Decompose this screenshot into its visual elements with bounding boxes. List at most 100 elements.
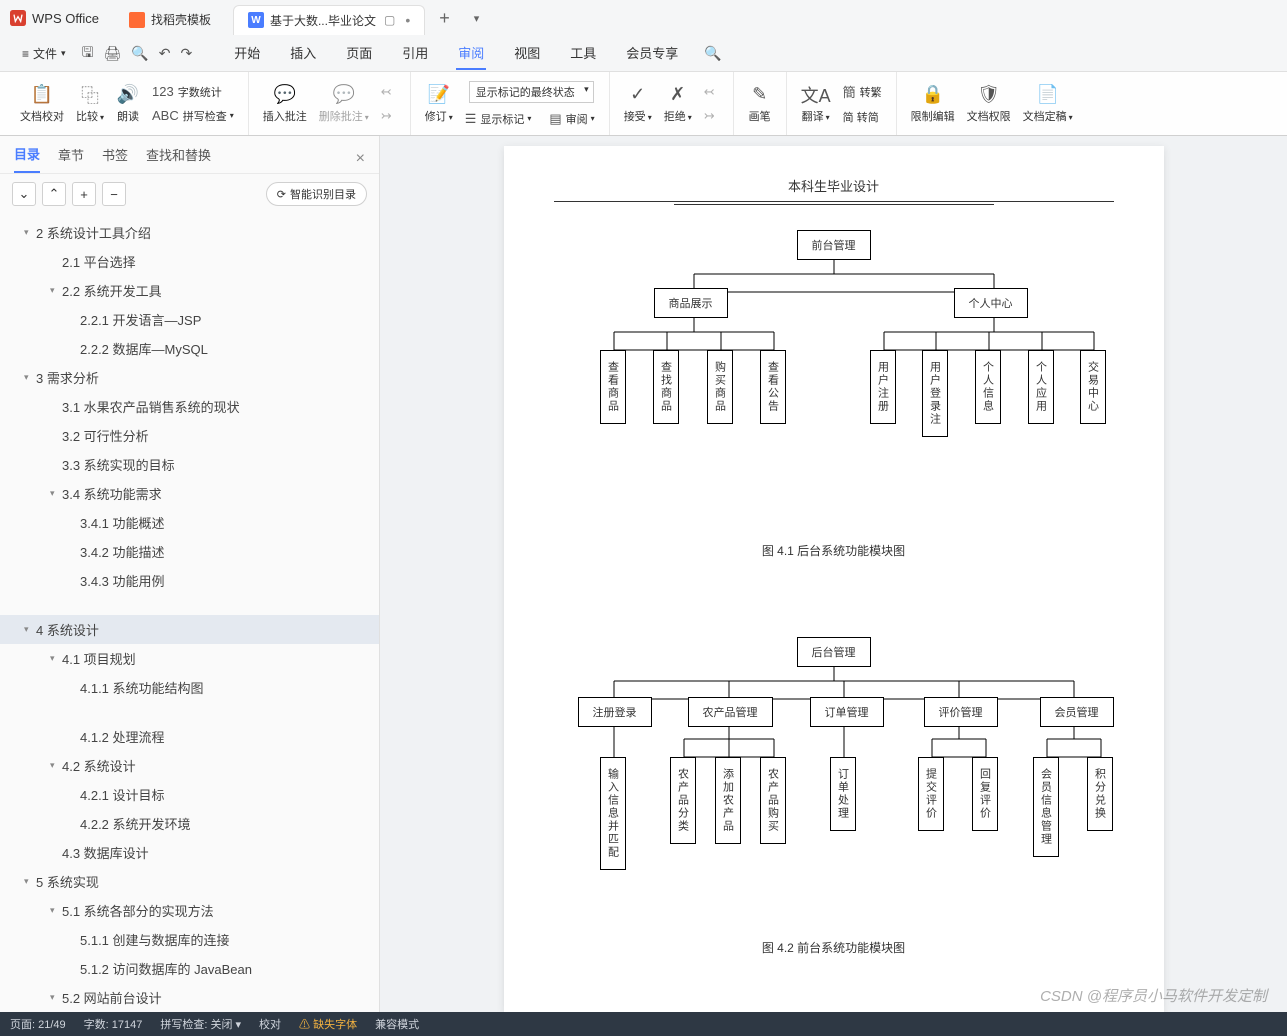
add-button[interactable]: + <box>72 182 96 206</box>
toc-item[interactable]: ▾5 系统实现 <box>0 867 379 896</box>
prev-icon: ↢ <box>704 84 715 100</box>
wps-icon <box>10 10 26 26</box>
tab-document[interactable]: W 基于大数...毕业论文 ▢ • <box>233 5 425 35</box>
toc-label: 4 系统设计 <box>36 620 99 639</box>
toc-item[interactable]: 4.3 数据库设计 <box>0 838 379 867</box>
clipboard-icon: 📋 <box>31 84 53 106</box>
show-marks-button[interactable]: ☰显示标记▾ <box>459 108 538 130</box>
sidebar-close-icon[interactable]: × <box>356 150 365 168</box>
translate-button[interactable]: 文A翻译 <box>795 80 837 128</box>
chevron-down-icon: ▾ <box>50 905 62 916</box>
tab-insert[interactable]: 插入 <box>288 37 318 70</box>
accept-button[interactable]: ✓接受 <box>618 80 658 128</box>
chevron-down-icon: ▾ <box>24 227 36 238</box>
toc-item[interactable]: 4.2.2 系统开发环境 <box>0 809 379 838</box>
toc-item[interactable]: 5.1.1 创建与数据库的连接 <box>0 925 379 954</box>
toc-item[interactable]: 3.3 系统实现的目标 <box>0 450 379 479</box>
ribbon: 📋文档校对 ⿻比较 🔊朗读 123字数统计 ABC拼写检查▾ 💬插入批注 💬删除… <box>0 72 1287 136</box>
tab-reference[interactable]: 引用 <box>400 37 430 70</box>
read-aloud-button[interactable]: 🔊朗读 <box>110 80 146 128</box>
word-count[interactable]: 字数: 17147 <box>84 1016 143 1032</box>
toc-item[interactable]: ▾3 需求分析 <box>0 363 379 392</box>
tab-menu-button[interactable]: ▾ <box>462 12 492 25</box>
tab-tools[interactable]: 工具 <box>568 37 598 70</box>
review-pane-button[interactable]: ▤审阅▾ <box>543 108 600 130</box>
sidetab-bookmark[interactable]: 书签 <box>102 145 128 172</box>
preview-icon[interactable]: 🔍 <box>131 45 148 62</box>
toc-item[interactable]: ▾4 系统设计 <box>0 615 379 644</box>
toc-item[interactable]: 3.4.2 功能描述 <box>0 537 379 566</box>
reject-button[interactable]: ✗拒绝 <box>658 80 698 128</box>
missing-font-warning[interactable]: ⚠ 缺失字体 <box>299 1016 357 1032</box>
toc-item[interactable]: 5.1.2 访问数据库的 JavaBean <box>0 954 379 983</box>
toc-item[interactable]: ▾2.2 系统开发工具 <box>0 276 379 305</box>
tab-start[interactable]: 开始 <box>232 37 262 70</box>
page-indicator[interactable]: 页面: 21/49 <box>10 1016 66 1032</box>
compare-button[interactable]: ⿻比较 <box>70 80 110 128</box>
tab-page[interactable]: 页面 <box>344 37 374 70</box>
next-comment-button[interactable]: ↣ <box>375 105 402 127</box>
toc-item[interactable]: ▾4.1 项目规划 <box>0 644 379 673</box>
auto-toc-button[interactable]: ⟳智能识别目录 <box>266 182 367 206</box>
next-change-button[interactable]: ↣ <box>698 105 725 127</box>
toc-item[interactable]: 2.2.2 数据库—MySQL <box>0 334 379 363</box>
spell-status[interactable]: 拼写检查: 关闭 ▾ <box>160 1016 241 1032</box>
collapse-all-button[interactable]: ⌄ <box>12 182 36 206</box>
insert-comment-button[interactable]: 💬插入批注 <box>257 80 313 128</box>
print-icon[interactable]: 🖨 <box>104 45 122 62</box>
toc-item[interactable]: ▾5.1 系统各部分的实现方法 <box>0 896 379 925</box>
reject-icon: ✗ <box>670 84 685 106</box>
compat-mode[interactable]: 兼容模式 <box>375 1016 419 1032</box>
sidetab-toc[interactable]: 目录 <box>14 144 40 173</box>
tab-member[interactable]: 会员专享 <box>624 37 680 70</box>
finalize-button[interactable]: 📄文档定稿 <box>1017 80 1079 128</box>
toc-item[interactable]: 3.4.3 功能用例 <box>0 566 379 595</box>
prev-change-button[interactable]: ↢ <box>698 81 725 103</box>
spellcheck-button[interactable]: ABC拼写检查▾ <box>146 105 240 127</box>
toc-item[interactable]: 2.1 平台选择 <box>0 247 379 276</box>
toc-item[interactable]: 3.2 可行性分析 <box>0 421 379 450</box>
track-changes-button[interactable]: 📝修订 <box>419 80 459 128</box>
redo-icon[interactable]: ↷ <box>180 45 192 62</box>
wordcount-button[interactable]: 123字数统计 <box>146 81 240 103</box>
to-simp-button[interactable]: 简 转简 <box>837 106 888 128</box>
doc-check-button[interactable]: 📋文档校对 <box>14 80 70 128</box>
toc-item[interactable]: 4.1.1 系统功能结构图 <box>0 673 379 702</box>
toc-item[interactable]: ▾2 系统设计工具介绍 <box>0 218 379 247</box>
toc-item[interactable]: 3.1 水果农产品销售系统的现状 <box>0 392 379 421</box>
d2-leaf: 输入信息并匹配 <box>600 757 626 870</box>
toc-item[interactable]: 2.2.1 开发语言—JSP <box>0 305 379 334</box>
new-tab-button[interactable]: + <box>427 8 462 29</box>
toc-item[interactable]: 3.4.1 功能概述 <box>0 508 379 537</box>
pane-icon: ▤ <box>549 111 561 127</box>
undo-icon[interactable]: ↶ <box>159 45 171 62</box>
save-icon[interactable]: 🖫 <box>82 42 94 66</box>
expand-all-button[interactable]: ⌃ <box>42 182 66 206</box>
sidetab-find[interactable]: 查找和替换 <box>146 145 211 172</box>
remove-button[interactable]: − <box>102 182 126 206</box>
toc-item[interactable]: ▾5.2 网站前台设计 <box>0 983 379 1012</box>
search-icon[interactable]: 🔍 <box>704 45 721 62</box>
file-menu[interactable]: ≡ 文件 ▾ <box>10 41 74 66</box>
tab-close-icon[interactable]: • <box>405 12 410 28</box>
sidetab-chapter[interactable]: 章节 <box>58 145 84 172</box>
toc-label: 5 系统实现 <box>36 872 99 891</box>
restrict-button[interactable]: 🔒限制编辑 <box>905 80 961 128</box>
toc-item[interactable]: 4.1.2 处理流程 <box>0 722 379 751</box>
toc-label: 2.2.2 数据库—MySQL <box>80 339 208 358</box>
toc-item[interactable]: 4.2.1 设计目标 <box>0 780 379 809</box>
proof-status[interactable]: 校对 <box>259 1016 281 1032</box>
sidebar-toolbar: ⌄ ⌃ + − ⟳智能识别目录 <box>0 174 379 214</box>
permission-button[interactable]: 🛡文档权限 <box>961 80 1017 128</box>
tab-view[interactable]: 视图 <box>512 37 542 70</box>
document-view[interactable]: 本科生毕业设计 前台管理 商品展示 个人中心 查看商品 查找商品 购买商品 查看… <box>380 136 1287 1012</box>
tab-review[interactable]: 审阅 <box>456 37 486 70</box>
tab-template[interactable]: 找稻壳模板 <box>115 5 225 35</box>
toc-item[interactable]: ▾3.4 系统功能需求 <box>0 479 379 508</box>
prev-comment-button[interactable]: ↢ <box>375 81 402 103</box>
pen-button[interactable]: ✎画笔 <box>742 80 778 128</box>
toc-item[interactable]: ▾4.2 系统设计 <box>0 751 379 780</box>
to-trad-button[interactable]: 簡转繁 <box>837 79 888 104</box>
display-select[interactable]: 显示标记的最终状态 <box>459 78 601 106</box>
delete-comment-button[interactable]: 💬删除批注 <box>313 80 375 128</box>
